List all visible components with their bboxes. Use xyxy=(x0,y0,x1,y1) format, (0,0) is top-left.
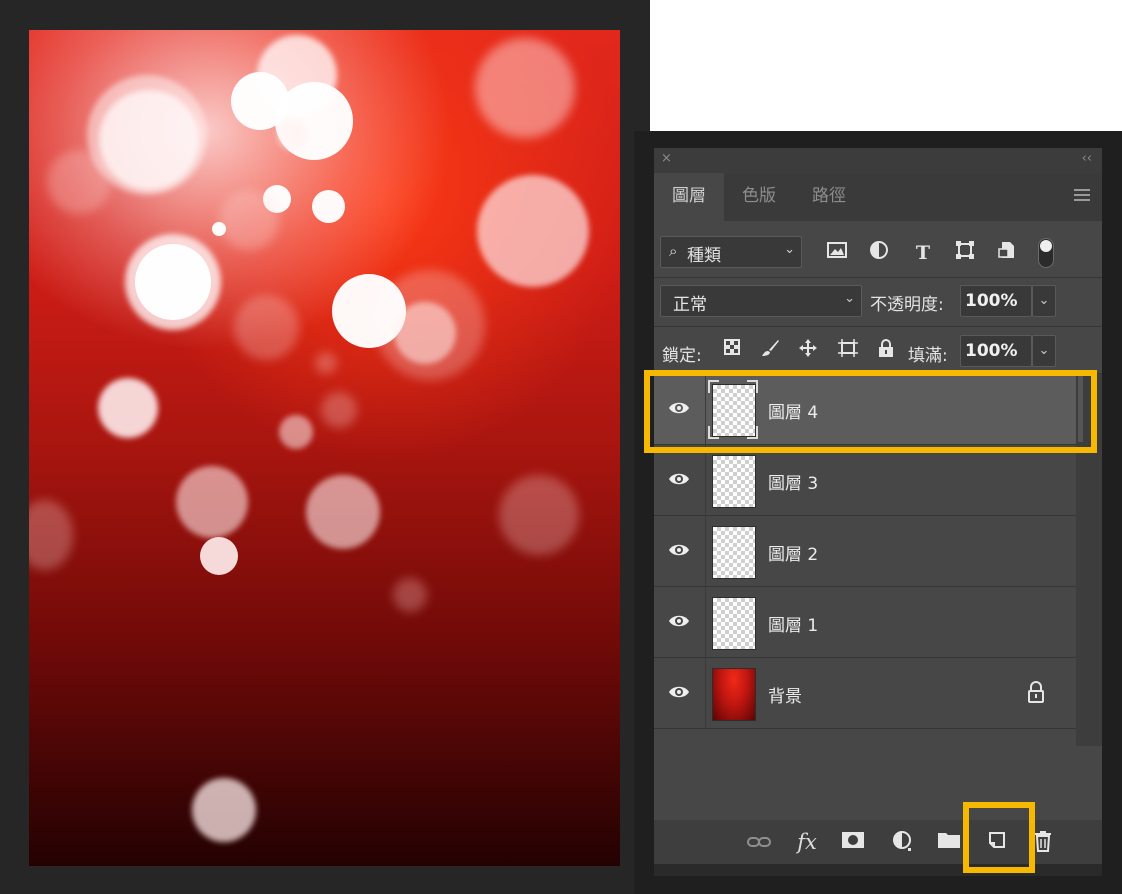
bokeh-circle xyxy=(99,90,199,190)
visibility-cell[interactable] xyxy=(654,658,706,728)
fx-icon[interactable]: fx xyxy=(794,830,820,854)
bokeh-circle xyxy=(176,466,248,538)
layer-name[interactable]: 圖層 2 xyxy=(768,540,818,565)
selected-layer-highlight-box xyxy=(644,370,1097,453)
layer-name[interactable]: 圖層 3 xyxy=(768,469,818,494)
bokeh-circle xyxy=(234,295,299,360)
fill-field[interactable]: 100% xyxy=(960,335,1032,367)
bokeh-circle xyxy=(98,378,158,438)
layer-name[interactable]: 背景 xyxy=(768,682,802,707)
bokeh-circle xyxy=(306,475,380,549)
bokeh-circle xyxy=(394,302,456,364)
eye-icon xyxy=(669,473,689,485)
close-panel-button[interactable]: × xyxy=(661,151,672,166)
blend-mode-select[interactable]: 正常 ⌄ xyxy=(660,285,862,317)
panel-menu-hamburger-icon[interactable] xyxy=(1074,189,1090,201)
search-icon: ⌕ xyxy=(669,242,678,260)
bokeh-circle xyxy=(212,222,226,236)
panel-title-bar[interactable]: × ‹‹ xyxy=(654,148,1102,173)
layer-row-3[interactable]: 圖層 3 xyxy=(654,445,1076,516)
tab-channels[interactable]: 色版 xyxy=(724,173,794,221)
bokeh-circle xyxy=(219,190,279,250)
new-layer-button-highlight-box xyxy=(963,802,1035,873)
bokeh-circle xyxy=(315,352,337,374)
layer-row-1[interactable]: 圖層 1 xyxy=(654,587,1076,658)
adjustment-filter-icon[interactable] xyxy=(866,240,892,266)
bokeh-circle xyxy=(312,190,345,223)
layer-row-background[interactable]: 背景 xyxy=(654,658,1076,729)
opacity-label: 不透明度: xyxy=(870,295,944,315)
opacity-dropdown-button[interactable]: ⌄ xyxy=(1032,285,1056,317)
fill-dropdown-button[interactable]: ⌄ xyxy=(1032,335,1056,367)
divider xyxy=(654,277,1102,278)
image-filter-icon[interactable] xyxy=(824,240,850,266)
shape-filter-icon[interactable] xyxy=(952,240,978,266)
blend-mode-value: 正常 xyxy=(673,295,707,315)
layer-thumbnail[interactable] xyxy=(712,597,756,650)
lock-label: 鎖定: xyxy=(662,346,702,366)
layer-name[interactable]: 圖層 1 xyxy=(768,611,818,636)
layer-filter-kind-select[interactable]: ⌕ 種類 ⌄ xyxy=(660,236,802,268)
layer-locked-icon[interactable] xyxy=(1026,680,1046,704)
new-group-icon[interactable] xyxy=(936,830,962,854)
bokeh-circle xyxy=(277,120,307,150)
layer-mask-icon[interactable] xyxy=(840,830,866,854)
link-layers-icon[interactable] xyxy=(746,830,772,854)
bokeh-circle xyxy=(192,778,256,842)
divider xyxy=(654,326,1102,327)
lock-image-pixels-icon[interactable] xyxy=(758,338,782,364)
layer-thumbnail[interactable] xyxy=(712,455,756,508)
toggle-knob xyxy=(1040,240,1052,252)
type-filter-icon[interactable]: T xyxy=(910,240,936,266)
tab-layers[interactable]: 圖層 xyxy=(654,173,724,221)
visibility-cell[interactable] xyxy=(654,445,706,515)
chevron-down-icon: ⌄ xyxy=(784,242,795,257)
bokeh-circle xyxy=(47,150,111,214)
panel-tabs: 圖層 色版 路徑 xyxy=(654,173,1102,221)
lock-transparent-pixels-icon[interactable] xyxy=(720,338,744,364)
bokeh-circle xyxy=(393,578,427,612)
filter-kind-label: 種類 xyxy=(687,246,721,266)
bokeh-circle xyxy=(29,500,73,570)
lock-artboard-icon[interactable] xyxy=(836,338,860,364)
adjustment-layer-icon[interactable] xyxy=(890,830,916,854)
tab-paths[interactable]: 路徑 xyxy=(794,173,864,221)
layer-thumbnail[interactable] xyxy=(712,668,756,721)
eye-icon xyxy=(669,544,689,556)
visibility-cell[interactable] xyxy=(654,587,706,657)
bokeh-circle xyxy=(279,415,313,449)
eye-icon xyxy=(669,615,689,627)
lock-position-icon[interactable] xyxy=(796,338,820,364)
chevron-down-icon: ⌄ xyxy=(844,291,855,306)
layer-row-2[interactable]: 圖層 2 xyxy=(654,516,1076,587)
eye-icon xyxy=(669,686,689,698)
bokeh-circle xyxy=(200,537,238,575)
bokeh-circle xyxy=(321,392,357,428)
bokeh-circle xyxy=(477,175,589,287)
opacity-field[interactable]: 100% xyxy=(960,285,1032,317)
smart-object-filter-icon[interactable] xyxy=(994,240,1020,266)
bokeh-circle xyxy=(475,38,575,138)
layers-panel: × ‹‹ 圖層 色版 路徑 ⌕ 種類 ⌄ T 正常 ⌄ 不透明度: 100% ⌄… xyxy=(654,148,1102,876)
visibility-cell[interactable] xyxy=(654,516,706,586)
document-workspace xyxy=(0,0,650,894)
lock-all-icon[interactable] xyxy=(874,338,898,364)
fill-label: 填滿: xyxy=(908,346,948,366)
layer-thumbnail[interactable] xyxy=(712,526,756,579)
bokeh-circle xyxy=(499,475,579,555)
document-canvas[interactable] xyxy=(29,30,620,866)
bokeh-circle xyxy=(135,244,211,320)
collapse-panel-button[interactable]: ‹‹ xyxy=(1082,151,1092,166)
filter-toggle-switch[interactable] xyxy=(1038,238,1054,268)
